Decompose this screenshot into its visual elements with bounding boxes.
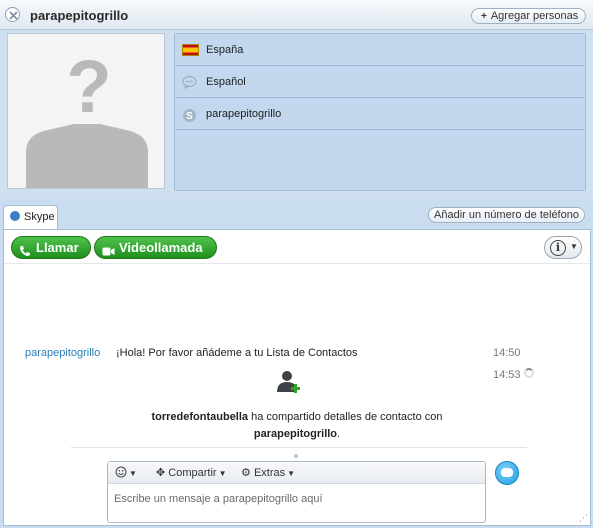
divider [71,447,527,448]
compose-toolbar: ▼ ✥ Compartir ▼ ⚙ Extras ▼ [108,462,485,484]
language-label: Español [206,75,246,88]
compose-box: ▼ ✥ Compartir ▼ ⚙ Extras ▼ [107,461,486,523]
conversation-header: parapepitogrillo + Agregar personas [0,0,593,30]
spain-flag-icon [182,43,199,56]
country-label: España [206,43,244,56]
tab-skype-label: Skype [24,211,55,223]
video-call-label: Videollamada [119,240,203,255]
svg-text:?: ? [66,45,111,128]
add-phone-number-button[interactable]: Añadir un número de teléfono [428,207,585,223]
plus-icon: + [481,11,487,22]
video-call-button[interactable]: Videollamada [94,236,217,259]
resize-corner-icon[interactable]: ⋰ [579,513,588,524]
sharing-user[interactable]: torredefontaubella [151,411,248,423]
tab-skype[interactable]: Skype [3,205,58,230]
share-label: Compartir [168,467,217,479]
profile-panel: ? España Español S parapepitogrillo ••• [0,30,593,209]
chevron-down-icon: ▼ [570,242,578,251]
extras-label: Extras [253,467,286,479]
contact-details: España Español S parapepitogrillo [174,33,586,191]
share-text: ha compartido detalles de contacto con [248,411,443,423]
detail-language: Español [175,66,585,98]
divider-dot [294,454,298,458]
emoticon-button[interactable]: ▼ [115,466,137,479]
event-timestamp: 14:53 [493,369,521,381]
share-menu-button[interactable]: ✥ Compartir ▼ [156,466,227,479]
add-contact-icon [276,370,302,401]
send-message-button[interactable] [495,461,519,485]
skype-icon [10,211,20,221]
add-people-label: Agregar personas [490,10,579,22]
info-menu-button[interactable]: i ▼ [544,236,582,259]
message-timestamp: 14:50 [493,347,521,359]
avatar: ? [7,33,165,189]
message-sender[interactable]: parapepitogrillo [25,347,100,359]
share-end: . [337,428,341,440]
detail-country: España [175,34,585,66]
contact-shared-notice: torredefontaubella ha compartido detalle… [64,409,530,443]
loading-spinner-icon [524,368,534,378]
info-icon: i [550,240,566,256]
tab-strip: Skype Añadir un número de teléfono [0,200,593,230]
add-people-button[interactable]: + Agregar personas [471,8,586,24]
conversation-title: parapepitogrillo [30,8,129,23]
message-text: ¡Hola! Por favor añádeme a tu Lista de C… [116,347,358,359]
close-icon[interactable] [5,7,20,22]
chevron-down-icon: ▼ [129,469,137,478]
detail-skype-name: S parapepitogrillo [175,98,585,130]
speech-bubble-icon [182,75,199,89]
puzzle-icon: ⚙ [241,467,251,479]
svg-text:S: S [186,111,193,122]
call-button[interactable]: Llamar [11,236,91,259]
skype-icon: S [182,108,199,122]
share-arrows-icon: ✥ [156,467,166,479]
chat-panel: Llamar Videollamada i ▼ parapepitogrillo… [3,229,591,526]
phone-icon [19,242,31,263]
message-input[interactable] [114,489,479,509]
skype-name-label: parapepitogrillo [206,107,282,120]
video-camera-icon [102,242,115,263]
extras-menu-button[interactable]: ⚙ Extras ▼ [241,466,295,479]
chevron-down-icon: ▼ [287,469,296,478]
chat-bubble-icon [501,468,513,477]
call-toolbar: Llamar Videollamada i ▼ [4,230,590,264]
shared-contact[interactable]: parapepitogrillo [254,428,337,440]
smiley-icon [115,466,127,478]
chevron-down-icon: ▼ [218,469,227,478]
call-label: Llamar [36,240,79,255]
